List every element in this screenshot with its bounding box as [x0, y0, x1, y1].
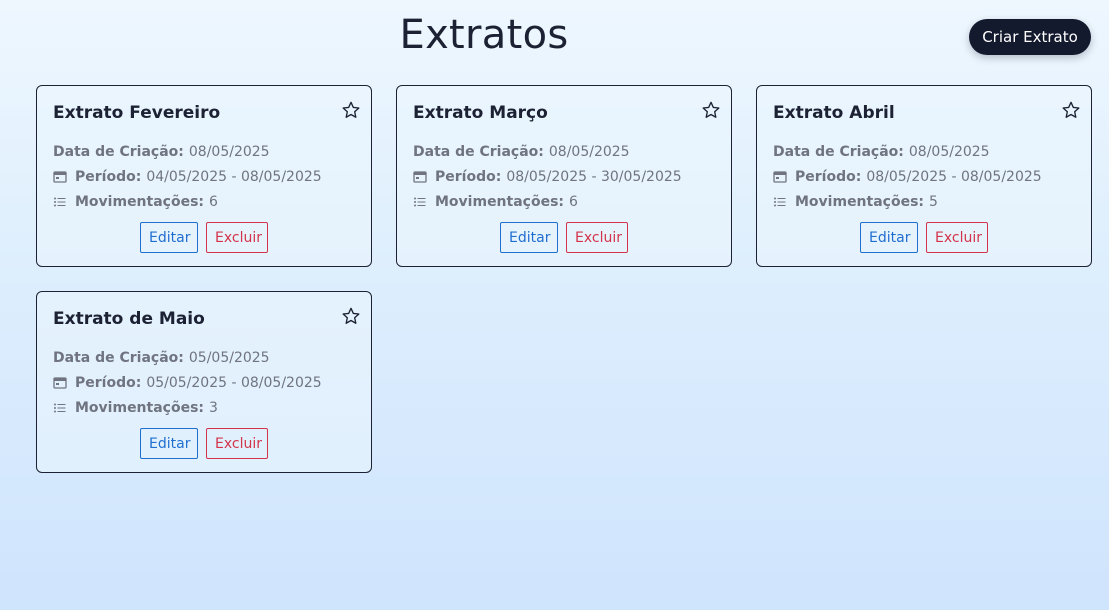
- list-icon: [53, 401, 67, 415]
- movements-value: 6: [209, 193, 218, 210]
- list-icon: [773, 195, 787, 209]
- period-value: 08/05/2025 - 30/05/2025: [506, 168, 682, 185]
- created-value: 08/05/2025: [188, 143, 270, 160]
- created-value: 08/05/2025: [548, 143, 630, 160]
- card-actions: Editar Excluir: [53, 428, 355, 459]
- movements-label: Movimentações:: [795, 193, 925, 210]
- created-line: Data de Criação: 08/05/2025: [773, 139, 1075, 164]
- star-icon[interactable]: [341, 100, 361, 120]
- created-label: Data de Criação:: [53, 143, 184, 160]
- period-label: Período:: [75, 168, 142, 185]
- period-value: 04/05/2025 - 08/05/2025: [146, 168, 322, 185]
- period-value: 08/05/2025 - 08/05/2025: [866, 168, 1042, 185]
- card-title: Extrato Abril: [773, 103, 895, 123]
- page-title: Extratos: [399, 12, 569, 58]
- movements-line: Movimentações: 6: [53, 189, 355, 214]
- list-icon: [413, 195, 427, 209]
- statement-card: Extrato de Maio Data de Criação: 05/05/2…: [36, 291, 372, 473]
- movements-label: Movimentações:: [75, 399, 205, 416]
- card-title: Extrato Fevereiro: [53, 103, 221, 123]
- edit-button[interactable]: Editar: [140, 222, 198, 253]
- period-line: Período: 04/05/2025 - 08/05/2025: [53, 164, 355, 189]
- created-value: 08/05/2025: [908, 143, 990, 160]
- calendar-icon: [53, 170, 67, 184]
- delete-button[interactable]: Excluir: [206, 428, 268, 459]
- movements-line: Movimentações: 5: [773, 189, 1075, 214]
- movements-line: Movimentações: 6: [413, 189, 715, 214]
- created-line: Data de Criação: 08/05/2025: [413, 139, 715, 164]
- movements-label: Movimentações:: [435, 193, 565, 210]
- calendar-icon: [413, 170, 427, 184]
- movements-value: 3: [209, 399, 218, 416]
- card-actions: Editar Excluir: [413, 222, 715, 253]
- movements-value: 6: [569, 193, 578, 210]
- calendar-icon: [53, 376, 67, 390]
- period-label: Período:: [795, 168, 862, 185]
- edit-button[interactable]: Editar: [860, 222, 918, 253]
- period-line: Período: 05/05/2025 - 08/05/2025: [53, 370, 355, 395]
- created-label: Data de Criação:: [773, 143, 904, 160]
- card-actions: Editar Excluir: [773, 222, 1075, 253]
- card-actions: Editar Excluir: [53, 222, 355, 253]
- movements-line: Movimentações: 3: [53, 395, 355, 420]
- movements-value: 5: [929, 193, 938, 210]
- list-icon: [53, 195, 67, 209]
- movements-label: Movimentações:: [75, 193, 205, 210]
- created-value: 05/05/2025: [188, 349, 270, 366]
- star-icon[interactable]: [1061, 100, 1081, 120]
- period-value: 05/05/2025 - 08/05/2025: [146, 374, 322, 391]
- edit-button[interactable]: Editar: [500, 222, 558, 253]
- statement-card: Extrato Abril Data de Criação: 08/05/202…: [756, 85, 1092, 267]
- statement-card: Extrato Março Data de Criação: 08/05/202…: [396, 85, 732, 267]
- card-title: Extrato de Maio: [53, 309, 205, 329]
- card-title: Extrato Março: [413, 103, 548, 123]
- delete-button[interactable]: Excluir: [206, 222, 268, 253]
- delete-button[interactable]: Excluir: [566, 222, 628, 253]
- created-line: Data de Criação: 05/05/2025: [53, 345, 355, 370]
- period-label: Período:: [75, 374, 142, 391]
- star-icon[interactable]: [341, 306, 361, 326]
- create-statement-button[interactable]: Criar Extrato: [969, 19, 1091, 55]
- created-label: Data de Criação:: [413, 143, 544, 160]
- created-line: Data de Criação: 08/05/2025: [53, 139, 355, 164]
- edit-button[interactable]: Editar: [140, 428, 198, 459]
- period-line: Período: 08/05/2025 - 30/05/2025: [413, 164, 715, 189]
- statement-card: Extrato Fevereiro Data de Criação: 08/05…: [36, 85, 372, 267]
- period-line: Período: 08/05/2025 - 08/05/2025: [773, 164, 1075, 189]
- calendar-icon: [773, 170, 787, 184]
- statement-card-grid: Extrato Fevereiro Data de Criação: 08/05…: [36, 85, 1092, 473]
- star-icon[interactable]: [701, 100, 721, 120]
- created-label: Data de Criação:: [53, 349, 184, 366]
- delete-button[interactable]: Excluir: [926, 222, 988, 253]
- period-label: Período:: [435, 168, 502, 185]
